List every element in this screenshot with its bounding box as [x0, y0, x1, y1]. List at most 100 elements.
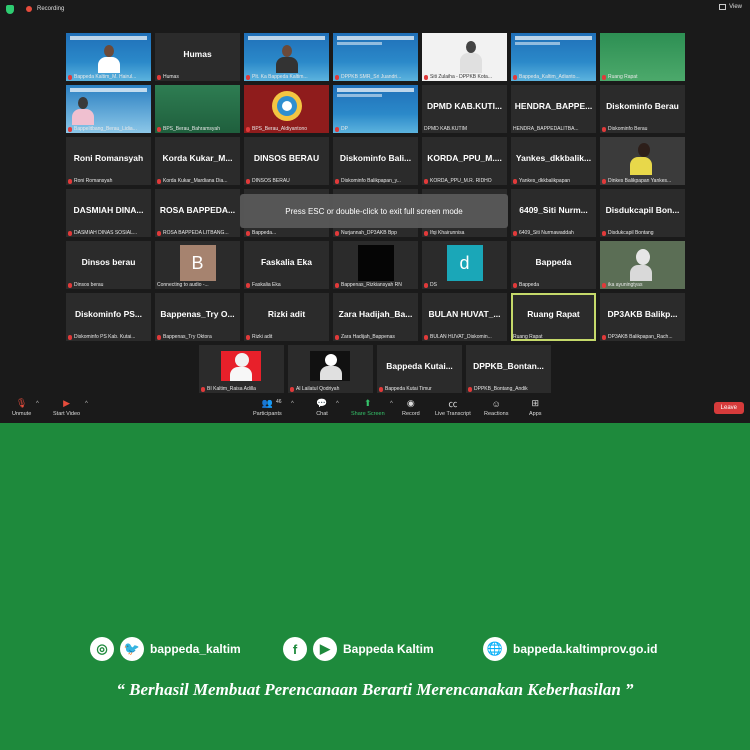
mic-muted-icon	[335, 230, 339, 236]
slide-subtitle-bar	[515, 42, 560, 45]
unmute-button[interactable]: 🎙 Unmute	[12, 398, 31, 417]
participant-tile[interactable]: Disdukcapil Bon... Disdukcapil Bontang	[600, 189, 685, 237]
mic-muted-icon	[201, 386, 205, 392]
person-body	[630, 265, 652, 281]
participant-tile[interactable]: Dinkes Balikpapan Yankes...	[600, 137, 685, 185]
globe-icon[interactable]: 🌐	[483, 637, 507, 661]
participant-tile[interactable]: Plt. Ka Bappeda Kaltim...	[244, 33, 329, 81]
person-head	[325, 354, 337, 366]
leave-button[interactable]: Leave	[713, 402, 744, 414]
participant-tile[interactable]: DASMIAH DINA... DASMIAH DINAS SOSIAL...	[66, 189, 151, 237]
participant-tile[interactable]: DP	[333, 85, 418, 133]
reactions-button[interactable]: ☺ Reactions	[484, 398, 508, 418]
participant-tile[interactable]: 6409_Siti Nurm... 6409_Siti Nurmawaddah	[511, 189, 596, 237]
participant-tile[interactable]: ROSA BAPPEDA... ROSA BAPPEDA LITBANG...	[155, 189, 240, 237]
participants-icon: 👥	[261, 398, 273, 408]
participant-tile[interactable]: Bappelitbang_Berau_Lidia...	[66, 85, 151, 133]
participant-tile[interactable]: Bappenas_Try O... Bappenas_Try Oktora	[155, 293, 240, 341]
participant-tile[interactable]: DP3AKB Balikp... DP3AKB Balikpapan_Rach.…	[600, 293, 685, 341]
participant-caption: Ruang Rapat	[602, 74, 683, 80]
facebook-icon[interactable]: f	[283, 637, 307, 661]
participant-tile[interactable]: DINSOS BERAU DINSOS BERAU	[244, 137, 329, 185]
chevron-up-icon[interactable]: ^	[336, 401, 339, 407]
participant-caption: Ruang Rapat	[513, 334, 543, 340]
participant-caption: Bappeda Kutai Timur	[379, 386, 460, 392]
mic-muted-icon	[513, 230, 517, 236]
view-button[interactable]: View	[719, 4, 742, 10]
mic-muted-icon	[157, 178, 161, 184]
website-link[interactable]: bappeda.kaltimprov.go.id	[513, 642, 657, 656]
twitter-handle: bappeda_kaltim	[150, 642, 241, 656]
live-transcript-button[interactable]: ㏄ Live Transcript	[435, 398, 471, 417]
participant-tile[interactable]: BPS_Berau_Aldiyantono	[244, 85, 329, 133]
instagram-icon[interactable]: ◎	[90, 637, 114, 661]
apps-button[interactable]: ⊞ Apps	[529, 398, 542, 417]
record-button[interactable]: ◉ Record	[402, 398, 420, 417]
participant-tile[interactable]: BI Kaltim_Raisa Adilla	[199, 345, 284, 393]
participant-tile[interactable]: DPMD KAB.KUTI... DPMD KAB.KUTIM	[422, 85, 507, 133]
participant-tile[interactable]: Siti Zulaiha - DPPKB Kota...	[422, 33, 507, 81]
participant-tile[interactable]: BULAN HUVAT_... BULAN HUVAT_Diskomin...	[422, 293, 507, 341]
participant-tile[interactable]: Faskalia Eka Faskalia Eka	[244, 241, 329, 289]
chevron-up-icon[interactable]: ^	[36, 401, 39, 407]
participant-tile[interactable]: Bappeda Kutai... Bappeda Kutai Timur	[377, 345, 462, 393]
participant-tile[interactable]: d DS	[422, 241, 507, 289]
chevron-up-icon[interactable]: ^	[390, 401, 393, 407]
participant-tile[interactable]: Humas Humas	[155, 33, 240, 81]
participant-tile[interactable]: ika ayuningtyas	[600, 241, 685, 289]
participant-caption: BULAN HUVAT_Diskomin...	[424, 334, 505, 340]
recording-label: Recording	[37, 6, 65, 12]
person-body	[276, 57, 298, 73]
participant-caption: Bappeda	[513, 282, 594, 288]
participant-tile[interactable]: Al Lailatul Qodriyah	[288, 345, 373, 393]
video-off-icon: ▶	[63, 398, 71, 408]
twitter-icon[interactable]: 🐦	[120, 637, 144, 661]
person-head	[235, 353, 249, 367]
person-body	[98, 57, 120, 73]
participant-avatar-black	[357, 245, 394, 281]
participant-tile[interactable]: HENDRA_BAPPE... HENDRA_BAPPEDALITBA...	[511, 85, 596, 133]
participant-caption: Korda Kukar_Mardiana Dia...	[157, 178, 238, 184]
participant-tile[interactable]: Rizki adit Rizki adit	[244, 293, 329, 341]
participant-tile[interactable]: Bappeda Kaltim_M. Hairul...	[66, 33, 151, 81]
participant-tile[interactable]: BPS_Berau_Bahramsyah	[155, 85, 240, 133]
participant-caption: BI Kaltim_Raisa Adilla	[201, 386, 282, 392]
youtube-icon[interactable]: ▶	[313, 637, 337, 661]
participant-avatar: d	[446, 245, 483, 281]
participant-tile[interactable]: Bappeda_Kaltim_Adianto...	[511, 33, 596, 81]
chevron-up-icon[interactable]: ^	[291, 401, 294, 407]
participant-caption: Roni Romansyah	[68, 178, 149, 184]
mic-muted-icon	[246, 126, 250, 132]
participant-tile[interactable]: KORDA_PPU_M.... KORDA_PPU_M.R. RIDHO	[422, 137, 507, 185]
share-screen-button[interactable]: ⬆ Share Screen	[351, 398, 385, 417]
participant-caption: Bappeda Kaltim_M. Hairul...	[68, 74, 149, 80]
participant-tile[interactable]: Diskominfo Bali... Diskominfo Balikpapan…	[333, 137, 418, 185]
chat-button[interactable]: 💬 Chat	[316, 398, 328, 417]
participant-tile[interactable]: Diskominfo PS... Diskominfo PS Kab. Kuta…	[66, 293, 151, 341]
participant-tile[interactable]: Dinsos berau Dinsos berau	[66, 241, 151, 289]
mic-muted-icon	[335, 178, 339, 184]
participant-tile[interactable]: Yankes_dkkbalik... Yankes_dkkbalikpapan	[511, 137, 596, 185]
participant-tile-active-speaker[interactable]: Ruang Rapat Ruang Rapat	[511, 293, 596, 341]
participant-tile[interactable]: Bappenas_Rizkiansyah RN	[333, 241, 418, 289]
participant-caption: Al Lailatul Qodriyah	[290, 386, 371, 392]
participant-tile[interactable]: Roni Romansyah Roni Romansyah	[66, 137, 151, 185]
participant-tile[interactable]: DPPKB_Bontan... DPPKB_Bontang_Andik	[466, 345, 551, 393]
participants-count: 46	[276, 399, 282, 405]
chevron-up-icon[interactable]: ^	[85, 401, 88, 407]
slide-subtitle-bar	[337, 42, 382, 45]
participant-tile[interactable]: Korda Kukar_M... Korda Kukar_Mardiana Di…	[155, 137, 240, 185]
participant-tile[interactable]: Diskominfo Berau Diskominfo Berau	[600, 85, 685, 133]
participant-tile[interactable]: Bappeda Bappeda	[511, 241, 596, 289]
participant-tile[interactable]: Ruang Rapat	[600, 33, 685, 81]
participant-tile[interactable]: Zara Hadijah_Ba... Zara Hadijah_Bappenas	[333, 293, 418, 341]
participant-caption: Bappeda...	[246, 230, 327, 236]
mic-muted-icon	[157, 334, 161, 340]
participant-tile[interactable]: DPPKB SMR_Sri Juandri...	[333, 33, 418, 81]
participant-caption: Faskalia Eka	[246, 282, 327, 288]
participant-tile[interactable]: B Connecting to audio -...	[155, 241, 240, 289]
start-video-button[interactable]: ▶ Start Video	[53, 398, 80, 417]
social-website: 🌐 bappeda.kaltimprov.go.id	[483, 636, 657, 662]
shield-icon[interactable]	[6, 4, 14, 14]
mic-muted-icon	[68, 230, 72, 236]
